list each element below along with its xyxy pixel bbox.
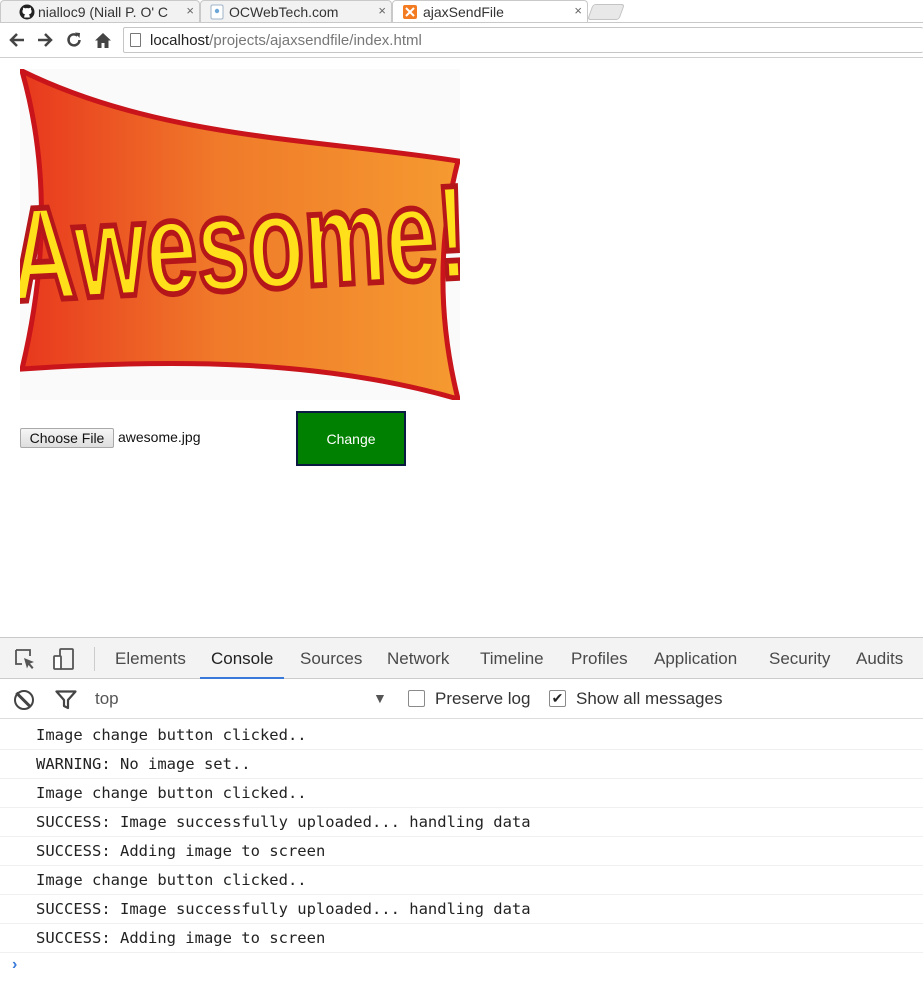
preserve-log-checkbox[interactable] [408,690,425,707]
tab-audits[interactable]: Audits [856,638,903,679]
back-button[interactable] [7,30,27,50]
tab-sources[interactable]: Sources [300,638,362,679]
tab-strip: nialloc9 (Niall P. O' C × OCWebTech.com … [0,0,923,23]
console-toolbar: top ▼ Preserve log ✔ Show all messages [0,679,923,719]
tab-title: OCWebTech.com [229,3,339,20]
url-path: /projects/ajaxsendfile/index.html [209,32,422,49]
devtools-tab-bar: Elements Console Sources Network Timelin… [0,638,923,679]
reload-button[interactable] [64,30,84,50]
console-message: Image change button clicked.. [0,779,923,808]
tab-ocwebtech[interactable]: OCWebTech.com × [200,0,392,23]
filter-icon[interactable] [55,690,77,710]
console-message: SUCCESS: Adding image to screen [0,837,923,866]
context-selector[interactable]: top [95,689,119,709]
tab-security[interactable]: Security [769,638,830,679]
tab-github[interactable]: nialloc9 (Niall P. O' C × [0,0,200,23]
console-message: SUCCESS: Image successfully uploaded... … [0,808,923,837]
device-toolbar-icon[interactable] [53,648,75,670]
page-icon [130,33,141,47]
tab-title: nialloc9 (Niall P. O' C [38,3,169,20]
browser-toolbar: localhost/projects/ajaxsendfile/index.ht… [0,23,923,58]
selected-file-name: awesome.jpg [118,429,201,445]
toolbar-separator [94,647,95,671]
tab-application[interactable]: Application [654,638,737,679]
close-tab-icon[interactable]: × [378,3,386,18]
url-text[interactable]: localhost/projects/ajaxsendfile/index.ht… [150,32,422,49]
preserve-log-label: Preserve log [435,689,531,708]
forward-arrow-icon [38,33,53,47]
xampp-icon [403,4,417,19]
home-button[interactable] [93,30,113,50]
tab-elements[interactable]: Elements [115,638,186,679]
home-icon [95,32,111,48]
site-icon [210,4,224,19]
tab-console[interactable]: Console [200,638,285,679]
devtools-panel: Elements Console Sources Network Timelin… [0,637,923,991]
console-messages: Image change button clicked.. WARNING: N… [0,721,923,953]
tab-network[interactable]: Network [387,638,449,679]
banner-text: Awesome! [20,158,460,331]
inspect-element-icon[interactable] [14,648,36,670]
console-message: Image change button clicked.. [0,866,923,895]
clear-console-icon[interactable] [14,690,34,710]
console-prompt-icon[interactable]: › [12,956,17,974]
tab-ajaxsendfile[interactable]: ajaxSendFile × [392,0,588,23]
awesome-image: Awesome! [3,66,473,403]
address-bar[interactable]: localhost/projects/ajaxsendfile/index.ht… [123,27,923,53]
tab-profiles[interactable]: Profiles [571,638,628,679]
console-message: SUCCESS: Adding image to screen [0,924,923,953]
dropdown-arrow-icon[interactable]: ▼ [373,690,387,706]
console-message: Image change button clicked.. [0,721,923,750]
new-tab-button[interactable] [587,4,625,20]
forward-button[interactable] [35,30,55,50]
tab-timeline[interactable]: Timeline [480,638,544,679]
reload-icon [67,32,81,47]
choose-file-button[interactable]: Choose File [20,428,114,448]
tab-title: ajaxSendFile [423,3,504,20]
url-host: localhost [150,32,210,49]
page-content: Awesome! Choose File awesome.jpg Change [0,59,923,637]
close-tab-icon[interactable]: × [574,3,582,18]
show-all-messages-label: Show all messages [576,689,723,708]
show-all-messages-checkbox[interactable]: ✔ [549,690,566,707]
console-message: WARNING: No image set.. [0,750,923,779]
console-message: SUCCESS: Image successfully uploaded... … [0,895,923,924]
change-button[interactable]: Change [296,411,406,466]
back-arrow-icon [9,33,24,47]
github-icon [19,4,35,19]
close-tab-icon[interactable]: × [186,3,194,18]
